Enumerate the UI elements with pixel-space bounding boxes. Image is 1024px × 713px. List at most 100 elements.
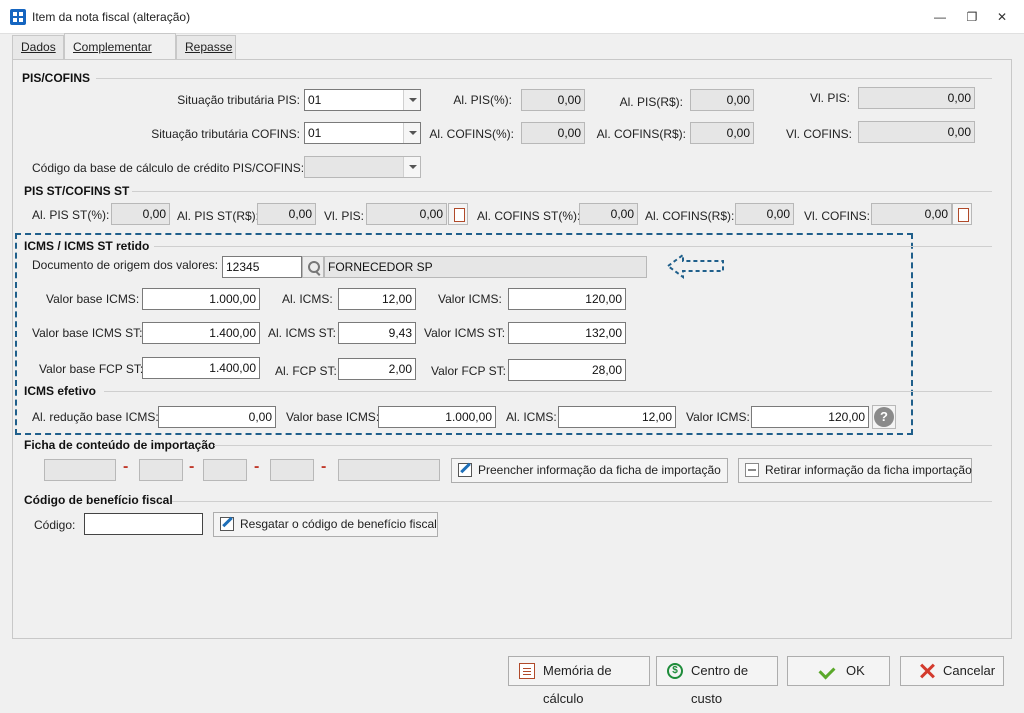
check-icon bbox=[820, 663, 836, 679]
ficha-separator: - bbox=[254, 458, 260, 475]
calculator-icon[interactable] bbox=[952, 203, 972, 225]
vl-icms-input[interactable]: 120,00 bbox=[508, 288, 626, 310]
memoria-calculo-button[interactable]: Memória de cálculo bbox=[508, 656, 650, 706]
title-bar: Item da nota fiscal (alteração) — ❐ ✕ bbox=[0, 0, 1024, 34]
calculator-icon[interactable] bbox=[448, 203, 468, 225]
sit-cofins-select[interactable]: 01 bbox=[304, 122, 421, 144]
vl-base-icms-st-input[interactable]: 1.400,00 bbox=[142, 322, 260, 344]
tab-dados[interactable]: Dados bbox=[12, 35, 64, 59]
centro-custo-button[interactable]: $ Centro de custo bbox=[656, 656, 778, 706]
vl-base-icms-efetivo-input[interactable]: 1.000,00 bbox=[378, 406, 496, 428]
al-icms-label: Al. ICMS: bbox=[282, 292, 333, 306]
ok-button[interactable]: OK bbox=[787, 656, 890, 686]
al-cofins-st-pct-field: 0,00 bbox=[579, 203, 638, 225]
close-icon bbox=[919, 663, 935, 679]
ficha-separator: - bbox=[321, 458, 327, 475]
chevron-down-icon[interactable] bbox=[403, 90, 420, 110]
al-icms-input[interactable]: 12,00 bbox=[338, 288, 416, 310]
arrow-left-icon bbox=[666, 253, 724, 279]
vl-icms-st-input[interactable]: 132,00 bbox=[508, 322, 626, 344]
vl-cofins-st-label: Vl. COFINS: bbox=[804, 209, 871, 223]
doc-origem-input[interactable]: 12345 bbox=[222, 256, 302, 278]
chevron-down-icon[interactable] bbox=[403, 123, 420, 143]
al-cofins-st-rs-label: Al. COFINS(R$): bbox=[645, 209, 735, 223]
minimize-button[interactable]: — bbox=[928, 8, 952, 26]
vl-base-fcp-st-input[interactable]: 1.400,00 bbox=[142, 357, 260, 379]
al-pis-st-pct-field: 0,00 bbox=[111, 203, 170, 225]
al-pis-st-rs-field: 0,00 bbox=[257, 203, 316, 225]
divider bbox=[96, 78, 992, 79]
help-button[interactable]: ? bbox=[872, 405, 896, 429]
ficha-field-5 bbox=[338, 459, 440, 481]
divider bbox=[132, 191, 992, 192]
resgatar-codigo-button[interactable]: Resgatar o código de benefício fiscal bbox=[213, 512, 438, 537]
ficha-separator: - bbox=[189, 458, 195, 475]
edit-icon bbox=[458, 463, 472, 477]
al-cofins-pct-field: 0,00 bbox=[521, 122, 585, 144]
divider bbox=[214, 445, 992, 446]
preencher-ficha-button[interactable]: Preencher informação da ficha de importa… bbox=[451, 458, 728, 483]
vl-pis-st-field: 0,00 bbox=[366, 203, 447, 225]
chevron-down-icon[interactable] bbox=[403, 157, 420, 177]
al-pis-pct-label: Al. PIS(%): bbox=[453, 93, 512, 107]
al-icms-efetivo-input[interactable]: 12,00 bbox=[558, 406, 676, 428]
cod-base-label: Código da base de cálculo de crédito PIS… bbox=[32, 161, 305, 175]
vl-base-fcp-st-label: Valor base FCP ST: bbox=[39, 362, 144, 376]
vl-fcp-st-input[interactable]: 28,00 bbox=[508, 359, 626, 381]
calculator-icon bbox=[519, 663, 535, 679]
vl-base-icms-input[interactable]: 1.000,00 bbox=[142, 288, 260, 310]
memoria-calculo-label: Memória de cálculo bbox=[543, 663, 612, 706]
sit-cofins-label: Situação tributária COFINS: bbox=[151, 127, 300, 141]
al-fcp-st-label: Al. FCP ST: bbox=[275, 364, 337, 378]
al-pis-st-pct-label: Al. PIS ST(%): bbox=[32, 208, 110, 222]
al-cofins-st-pct-label: Al. COFINS ST(%): bbox=[477, 209, 581, 223]
al-cofins-rs-label: Al. COFINS(R$): bbox=[596, 127, 686, 141]
sit-pis-value: 01 bbox=[308, 93, 322, 107]
ficha-field-3 bbox=[203, 459, 247, 481]
al-icms-st-input[interactable]: 9,43 bbox=[338, 322, 416, 344]
preencher-ficha-label: Preencher informação da ficha de importa… bbox=[478, 463, 721, 477]
al-pis-rs-field: 0,00 bbox=[690, 89, 754, 111]
search-icon[interactable] bbox=[302, 256, 324, 278]
restore-button[interactable]: ❐ bbox=[960, 8, 984, 26]
vl-pis-field: 0,00 bbox=[858, 87, 975, 109]
section-pis-st-title: PIS ST/COFINS ST bbox=[24, 184, 130, 198]
al-reducao-input[interactable]: 0,00 bbox=[158, 406, 276, 428]
vl-base-icms-st-label: Valor base ICMS ST: bbox=[32, 326, 143, 340]
ficha-field-2 bbox=[139, 459, 183, 481]
section-ficha-title: Ficha de conteúdo de importação bbox=[24, 438, 216, 452]
vl-icms-efetivo-label: Valor ICMS: bbox=[686, 410, 750, 424]
cod-base-select[interactable] bbox=[304, 156, 421, 178]
ficha-separator: - bbox=[123, 458, 129, 475]
edit-icon bbox=[220, 517, 234, 531]
al-icms-efetivo-label: Al. ICMS: bbox=[506, 410, 557, 424]
codigo-input[interactable] bbox=[84, 513, 203, 535]
sit-pis-select[interactable]: 01 bbox=[304, 89, 421, 111]
vl-cofins-field: 0,00 bbox=[858, 121, 975, 143]
retirar-ficha-label: Retirar informação da ficha importação bbox=[765, 463, 972, 477]
al-cofins-st-rs-field: 0,00 bbox=[735, 203, 794, 225]
vl-cofins-label: Vl. COFINS: bbox=[785, 127, 852, 141]
codigo-label: Código: bbox=[34, 518, 76, 532]
al-fcp-st-input[interactable]: 2,00 bbox=[338, 358, 416, 380]
close-button[interactable]: ✕ bbox=[990, 8, 1014, 26]
al-pis-pct-field: 0,00 bbox=[521, 89, 585, 111]
resgatar-codigo-label: Resgatar o código de benefício fiscal bbox=[240, 517, 437, 531]
retirar-ficha-button[interactable]: Retirar informação da ficha importação bbox=[738, 458, 972, 483]
sit-pis-label: Situação tributária PIS: bbox=[177, 93, 300, 107]
tab-repasse[interactable]: Repasse bbox=[176, 35, 236, 59]
cancelar-button[interactable]: Cancelar bbox=[900, 656, 1004, 686]
al-reducao-label: Al. redução base ICMS: bbox=[32, 410, 159, 424]
help-icon: ? bbox=[874, 407, 894, 427]
section-icms-efetivo-title: ICMS efetivo bbox=[24, 384, 97, 398]
vl-icms-efetivo-input[interactable]: 120,00 bbox=[751, 406, 869, 428]
divider bbox=[104, 391, 992, 392]
divider bbox=[154, 246, 992, 247]
app-icon bbox=[10, 9, 26, 25]
centro-custo-label: Centro de custo bbox=[691, 663, 749, 706]
dollar-icon: $ bbox=[667, 663, 683, 679]
al-pis-st-rs-label: Al. PIS ST(R$): bbox=[177, 209, 260, 223]
al-cofins-rs-field: 0,00 bbox=[690, 122, 754, 144]
tab-complementar[interactable]: Complementar bbox=[64, 33, 176, 59]
vl-fcp-st-label: Valor FCP ST: bbox=[431, 364, 506, 378]
